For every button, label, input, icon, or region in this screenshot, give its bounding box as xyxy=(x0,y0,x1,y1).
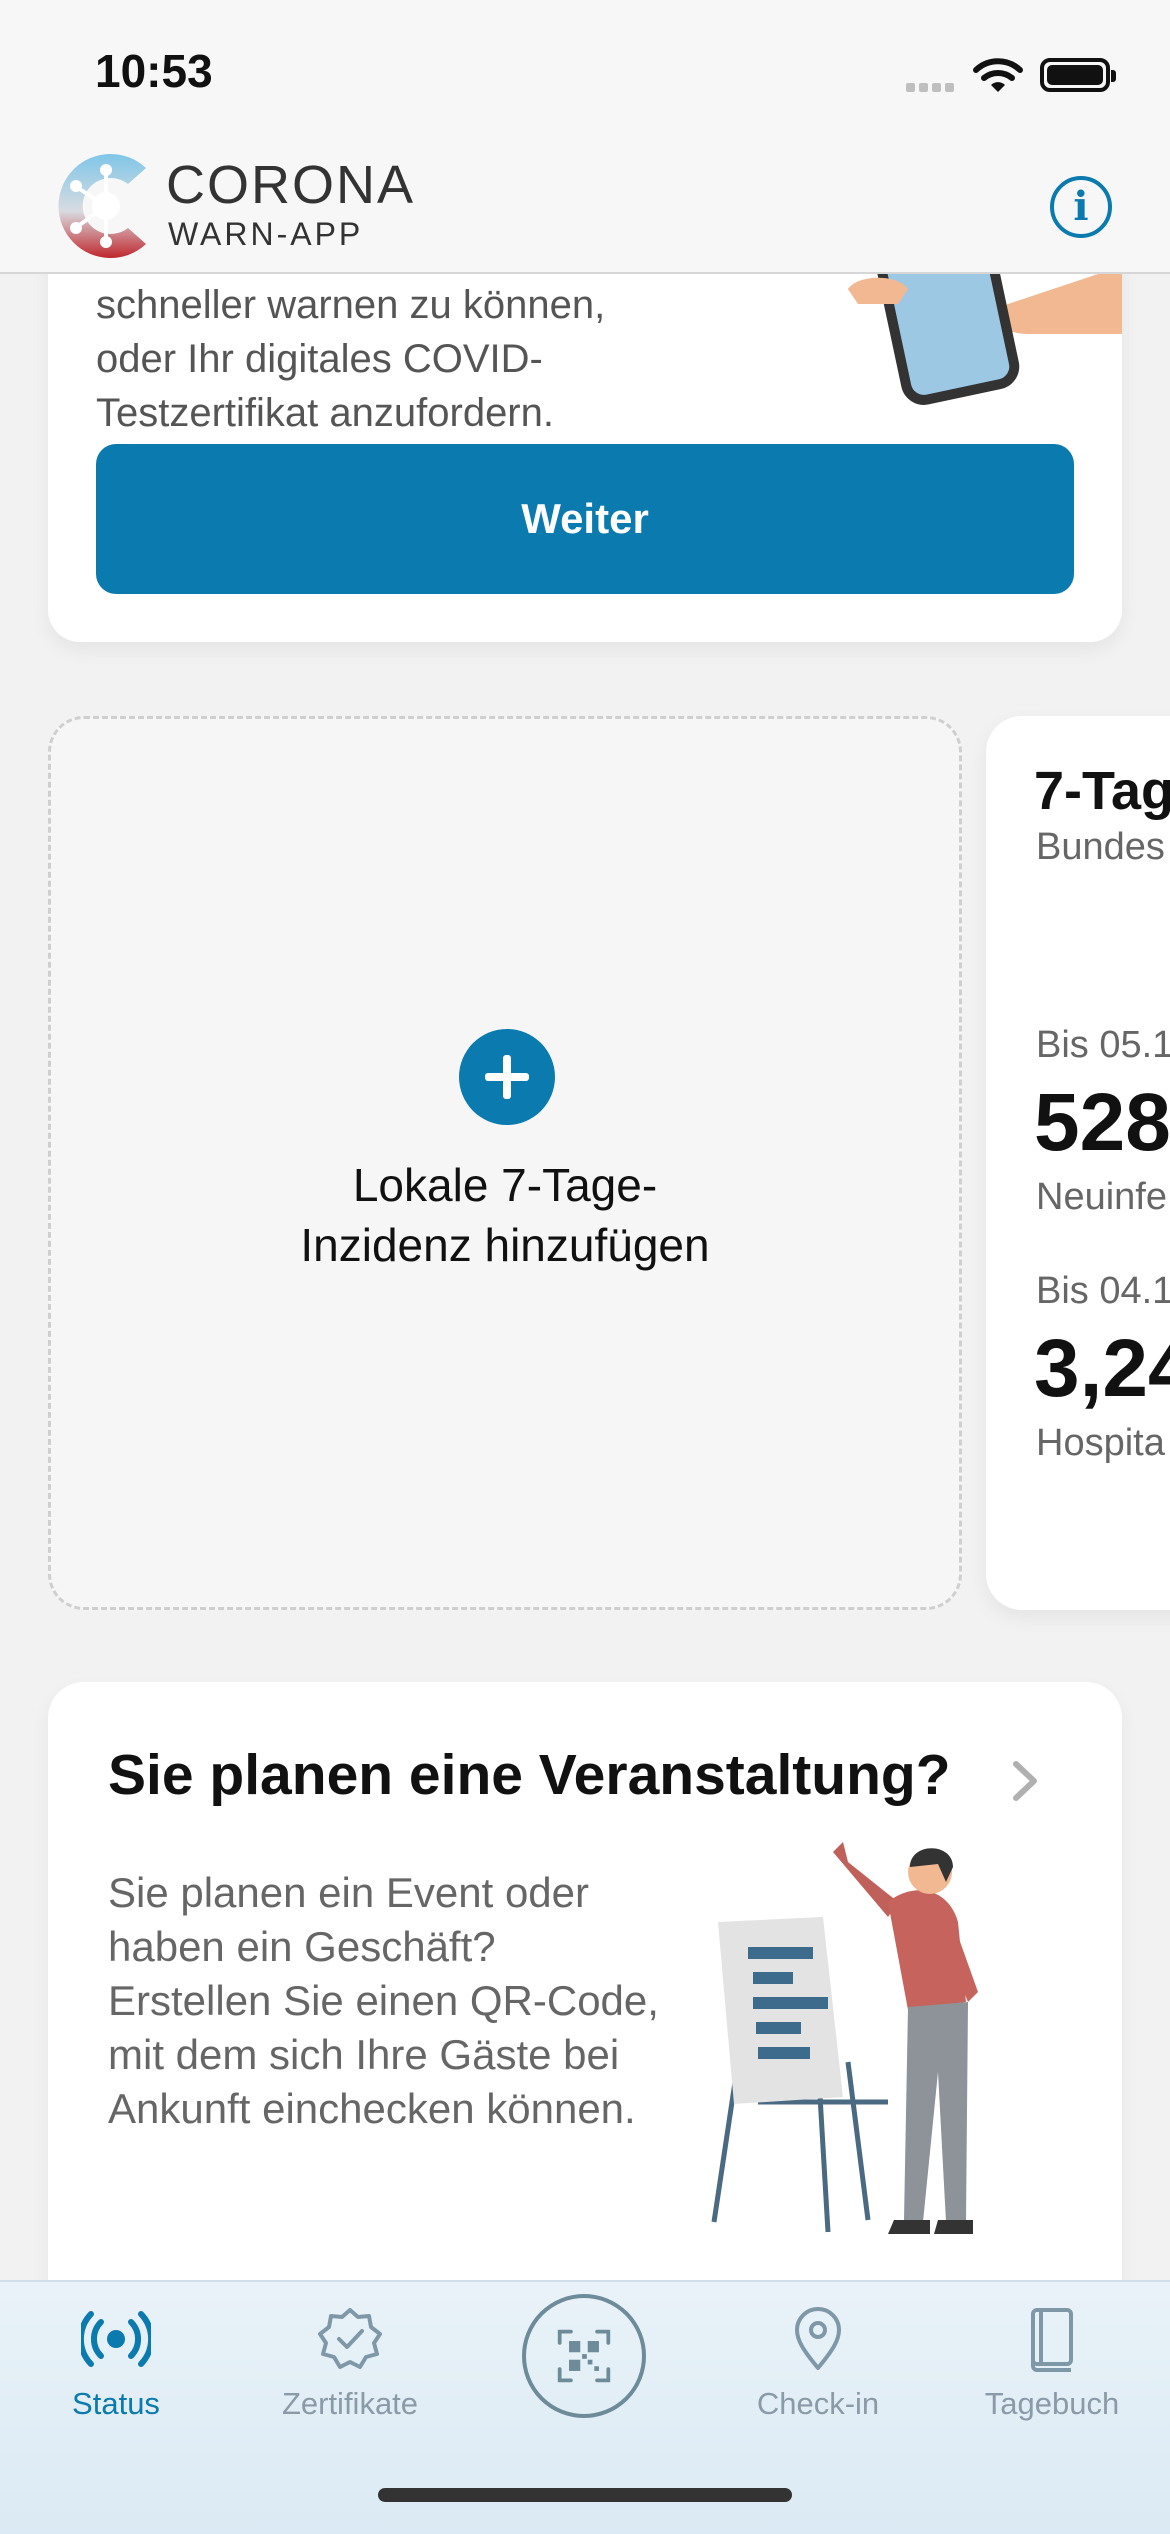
location-pin-icon xyxy=(795,2307,841,2370)
card-description: schneller warnen zu können, oder Ihr dig… xyxy=(96,283,606,435)
add-local-incidence-card[interactable]: Lokale 7-Tage- Inzidenz hinzufügen xyxy=(48,716,962,1610)
event-card-description: Sie planen ein Event oder haben ein Gesc… xyxy=(108,1869,659,2132)
app-header: CORONA WARN-APP i xyxy=(0,140,1170,274)
status-time: 10:53 xyxy=(95,45,213,97)
battery-icon xyxy=(1040,58,1116,92)
diary-icon xyxy=(1031,2308,1073,2372)
info-icon[interactable]: i xyxy=(1050,176,1112,238)
tab-diary[interactable]: Tagebuch xyxy=(942,2304,1162,2454)
tab-label: Zertifikate xyxy=(281,2386,419,2421)
stat-value: 3,24 xyxy=(1034,1323,1170,1414)
chevron-right-icon xyxy=(1013,1761,1037,1801)
tab-checkin[interactable]: Check-in xyxy=(708,2304,928,2454)
wifi-icon xyxy=(973,58,1023,92)
app-subtitle: WARN-APP xyxy=(168,216,364,252)
plus-icon[interactable] xyxy=(459,1029,555,1125)
tab-certificates[interactable]: Zertifikate xyxy=(240,2304,460,2454)
add-incidence-label: Lokale 7-Tage- Inzidenz hinzufügen xyxy=(300,1159,710,1271)
tab-label: Check-in xyxy=(756,2386,880,2421)
status-icon xyxy=(81,2311,151,2367)
home-scroll-content[interactable]: schneller warnen zu können, oder Ihr dig… xyxy=(0,274,1170,2280)
stat-caption: Hospita xyxy=(1036,1422,1165,1464)
stat-date-label: Bis 04.1 xyxy=(1036,1270,1170,1312)
cellular-signal-icon xyxy=(906,79,958,92)
home-indicator[interactable] xyxy=(378,2488,792,2502)
stat-date-label: Bis 05.1 xyxy=(1036,1024,1170,1066)
statistics-title: 7-Tag xyxy=(1034,761,1170,821)
event-card-title: Sie planen eine Veranstaltung? xyxy=(108,1743,951,1807)
event-planning-card[interactable]: Sie planen eine Veranstaltung? Sie plane… xyxy=(48,1682,1122,2280)
phone-hand-illustration xyxy=(848,274,1122,405)
test-registration-card: schneller warnen zu können, oder Ihr dig… xyxy=(48,274,1122,642)
status-bar: 10:53 xyxy=(0,0,1170,140)
tab-label: Tagebuch xyxy=(984,2386,1120,2421)
stat-caption: Neuinfe xyxy=(1036,1176,1167,1218)
corona-warn-app-logo xyxy=(58,154,146,258)
app-title: CORONA xyxy=(166,155,416,215)
certificate-icon xyxy=(318,2308,382,2369)
qr-scan-button[interactable] xyxy=(522,2294,646,2418)
continue-button[interactable]: Weiter xyxy=(96,444,1074,594)
presenter-illustration xyxy=(711,1842,978,2234)
tab-status[interactable]: Status xyxy=(6,2304,226,2454)
tab-label: Status xyxy=(72,2386,160,2421)
qr-scan-icon xyxy=(557,2329,611,2383)
stat-value: 528 xyxy=(1034,1077,1170,1168)
statistics-card[interactable]: 7-Tag Bundes Bis 05.1 528 Neuinfe Bis 04… xyxy=(986,716,1170,1610)
statistics-subtitle: Bundes xyxy=(1036,826,1165,868)
